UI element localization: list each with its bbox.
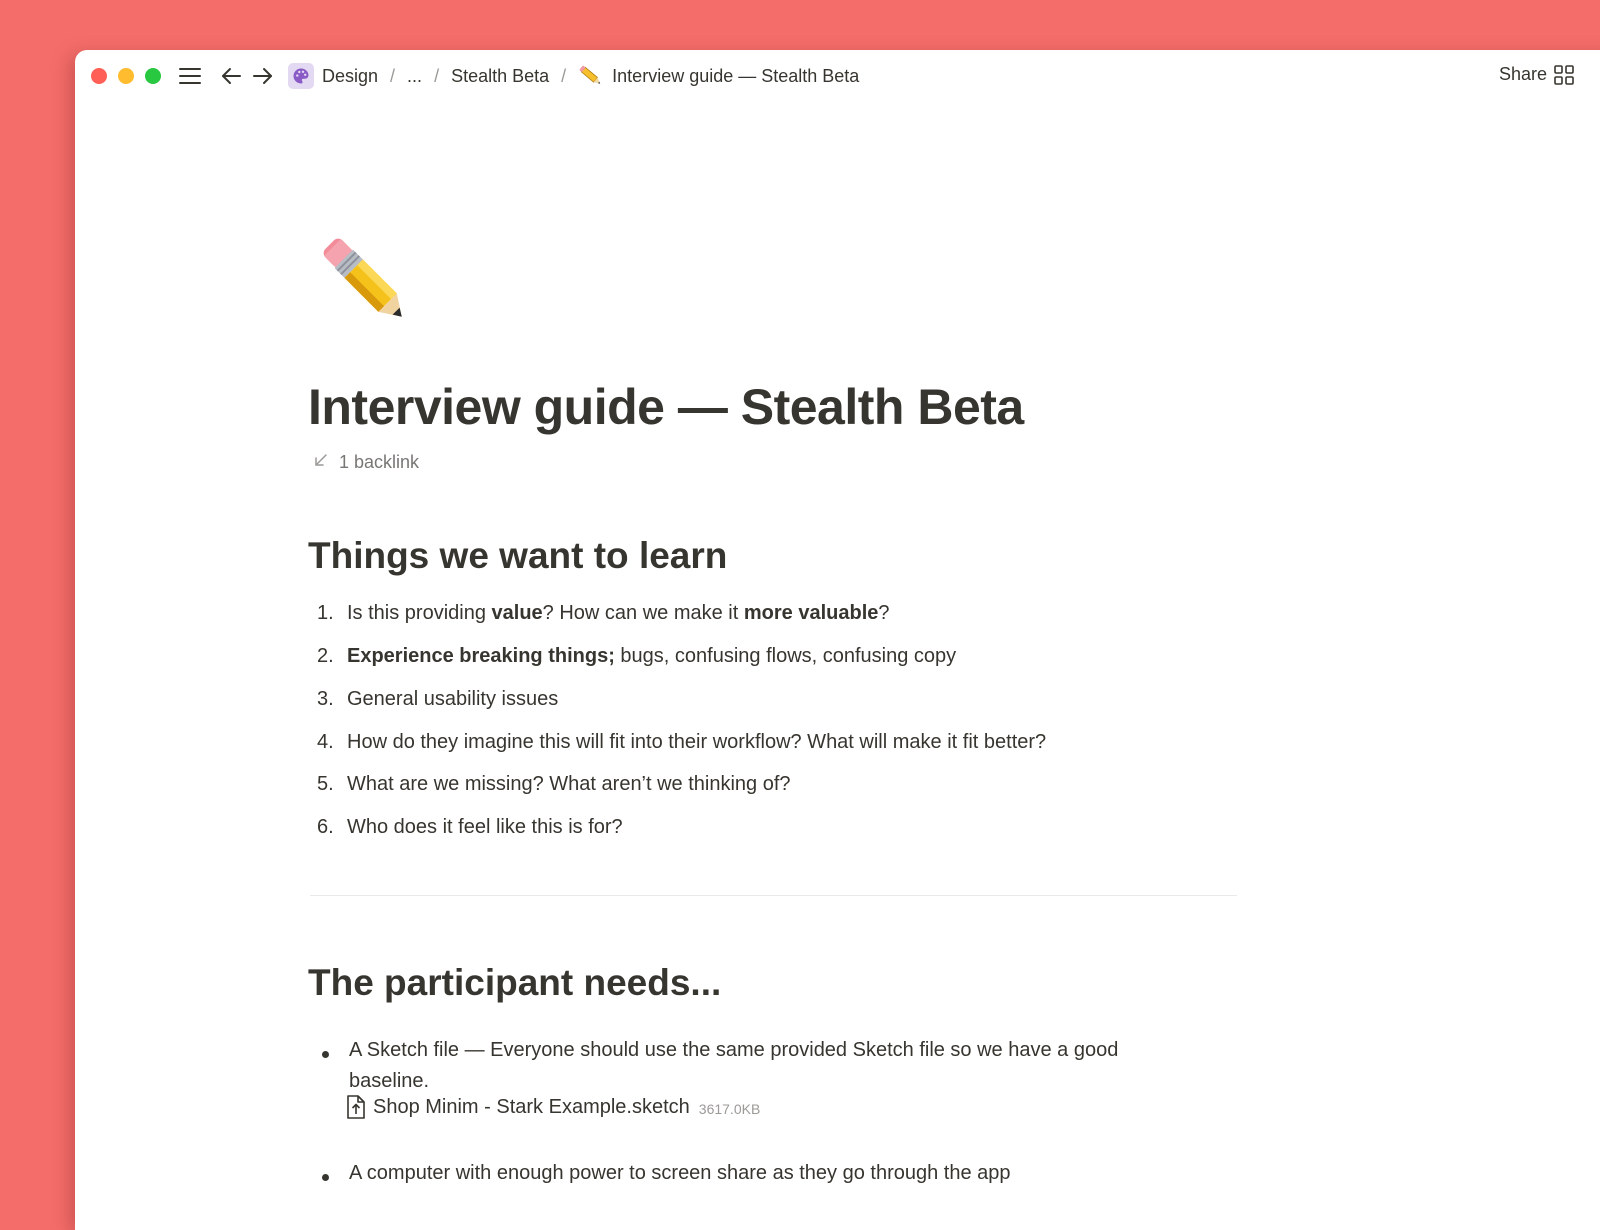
palette-icon <box>288 63 314 89</box>
list-item-text: A computer with enough power to screen s… <box>349 1162 1011 1184</box>
breadcrumb-workspace[interactable]: Design <box>322 66 378 87</box>
share-button[interactable]: Share <box>1499 64 1547 85</box>
breadcrumb-parent[interactable]: Stealth Beta <box>451 66 549 87</box>
list-item[interactable]: 2. Experience breaking things; bugs, con… <box>313 645 956 668</box>
list-number: 4. <box>317 731 334 753</box>
grid-icon[interactable] <box>1553 64 1575 91</box>
breadcrumb-separator: / <box>561 65 567 86</box>
maximize-window-button[interactable] <box>145 68 161 84</box>
list-number: 3. <box>317 688 334 710</box>
backlink-link[interactable]: 1 backlink <box>313 452 419 473</box>
backlink-arrow-icon <box>313 452 329 473</box>
list-number: 2. <box>317 645 334 667</box>
list-item-text: Experience breaking things; bugs, confus… <box>347 645 957 667</box>
section-heading-learn[interactable]: Things we want to learn <box>308 535 727 577</box>
small-pencil-icon <box>578 65 604 87</box>
back-arrow-icon[interactable] <box>220 66 242 86</box>
breadcrumb-separator: / <box>434 65 440 86</box>
divider <box>310 895 1237 896</box>
list-number: 1. <box>317 602 334 624</box>
file-attachment[interactable]: Shop Minim - Stark Example.sketch 3617.0… <box>345 1094 760 1120</box>
close-window-button[interactable] <box>91 68 107 84</box>
list-item[interactable]: 5. What are we missing? What aren’t we t… <box>313 773 791 796</box>
file-size: 3617.0KB <box>698 1100 761 1117</box>
menu-icon[interactable] <box>178 66 202 86</box>
bullet-icon <box>322 1174 329 1181</box>
list-number: 5. <box>317 773 334 795</box>
pencil-icon[interactable] <box>305 220 425 345</box>
list-item-text: Is this providing value? How can we make… <box>347 602 890 624</box>
breadcrumb-ellipsis[interactable]: ... <box>407 66 422 87</box>
list-number: 6. <box>317 816 334 838</box>
list-item[interactable]: A computer with enough power to screen s… <box>313 1162 1213 1189</box>
list-item-text: What are we missing? What aren’t we thin… <box>347 773 791 795</box>
list-item-text: Who does it feel like this is for? <box>347 816 623 838</box>
breadcrumb: Design / ... / Stealth Beta / Interview … <box>288 63 859 89</box>
bullet-icon <box>322 1051 329 1058</box>
file-name: Shop Minim - Stark Example.sketch <box>373 1095 690 1118</box>
list-item[interactable]: 4. How do they imagine this will fit int… <box>313 731 1046 754</box>
backlink-label: 1 backlink <box>339 452 420 472</box>
top-bar: Design / ... / Stealth Beta / Interview … <box>75 50 1600 102</box>
list-item-text: A Sketch file — Everyone should use the … <box>349 1039 1119 1092</box>
window-controls <box>91 68 172 84</box>
breadcrumb-separator: / <box>390 65 396 86</box>
section-heading-participant[interactable]: The participant needs... <box>308 962 721 1004</box>
list-item-text: How do they imagine this will fit into t… <box>347 731 1047 753</box>
list-item-text: General usability issues <box>347 688 559 710</box>
minimize-window-button[interactable] <box>118 68 134 84</box>
list-item[interactable]: A Sketch file — Everyone should use the … <box>313 1039 1183 1097</box>
list-item[interactable]: 3. General usability issues <box>313 688 558 711</box>
file-icon <box>345 1094 367 1120</box>
forward-arrow-icon[interactable] <box>252 66 274 86</box>
list-item[interactable]: 6. Who does it feel like this is for? <box>313 816 623 839</box>
app-window: Design / ... / Stealth Beta / Interview … <box>75 50 1600 1230</box>
list-item[interactable]: 1. Is this providing value? How can we m… <box>313 602 890 625</box>
page-title[interactable]: Interview guide — Stealth Beta <box>308 378 1024 436</box>
breadcrumb-current[interactable]: Interview guide — Stealth Beta <box>612 66 859 87</box>
